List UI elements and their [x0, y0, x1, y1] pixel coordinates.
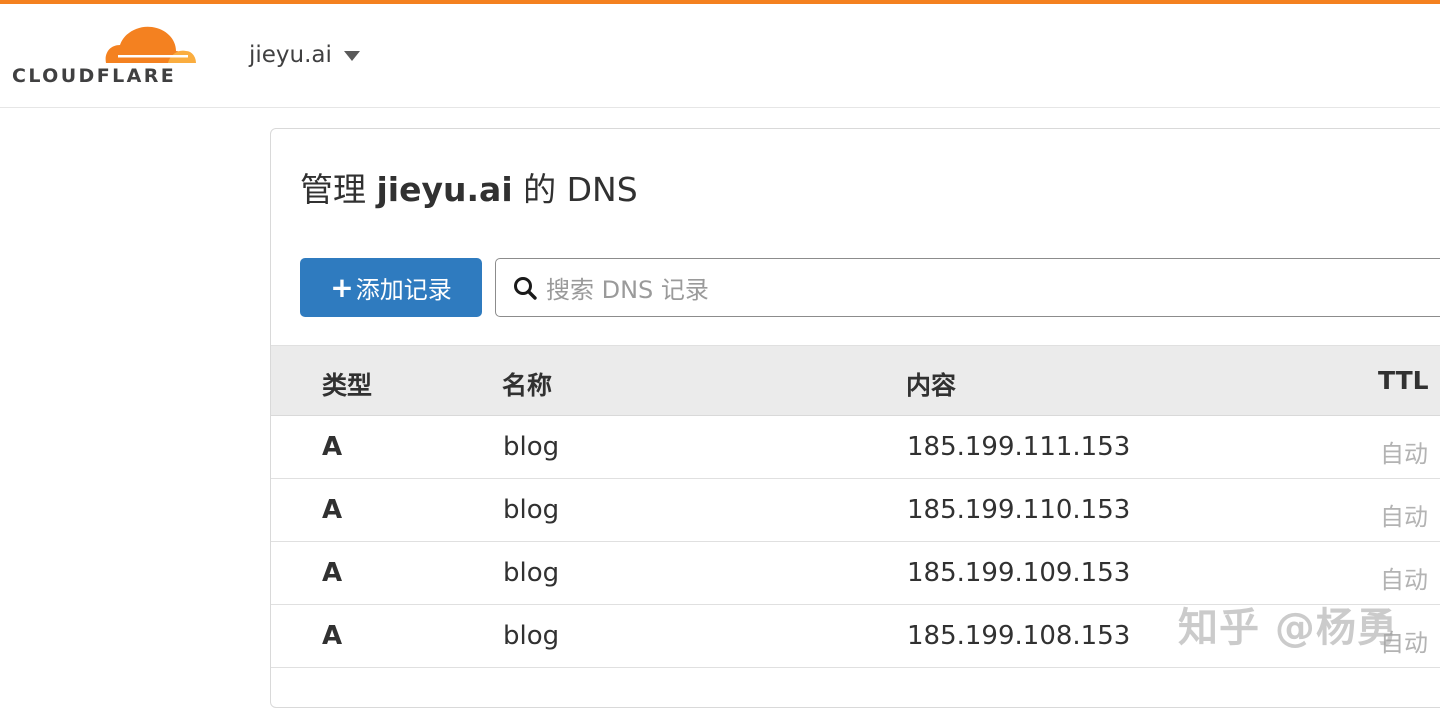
search-icon — [514, 276, 537, 300]
table-row[interactable]: A blog 185.199.109.153 自动 — [271, 542, 1440, 605]
column-header-name[interactable]: 名称 — [502, 366, 552, 402]
title-suffix: 的 DNS — [523, 170, 638, 209]
top-header: CLOUDFLARE jieyu.ai — [0, 4, 1440, 108]
record-name: blog — [503, 621, 560, 651]
search-input[interactable]: 搜索 DNS 记录 — [495, 258, 1440, 317]
record-ttl: 自动 — [1380, 503, 1428, 531]
table-row[interactable]: A blog 185.199.108.153 自动 — [271, 605, 1440, 668]
record-ttl: 自动 — [1380, 440, 1428, 468]
record-name: blog — [503, 495, 560, 525]
record-type: A — [322, 558, 343, 588]
column-header-type[interactable]: 类型 — [322, 366, 372, 402]
chevron-down-icon — [343, 51, 360, 61]
domain-selector[interactable]: jieyu.ai — [249, 42, 360, 68]
cloudflare-logo[interactable]: CLOUDFLARE — [10, 21, 200, 93]
table-row[interactable]: A blog 185.199.110.153 自动 — [271, 479, 1440, 542]
column-header-content[interactable]: 内容 — [906, 366, 956, 402]
record-type: A — [322, 495, 343, 525]
search-placeholder: 搜索 DNS 记录 — [546, 276, 709, 304]
column-header-ttl[interactable]: TTL — [1378, 366, 1429, 395]
record-ttl: 自动 — [1380, 629, 1428, 657]
table-header: 类型 名称 内容 TTL — [271, 345, 1440, 416]
dns-management-card: 管理 jieyu.ai 的 DNS + 添加记录 搜索 DNS 记录 类型 名称… — [270, 128, 1440, 708]
plus-icon: + — [330, 270, 354, 304]
add-record-label: 添加记录 — [355, 276, 452, 304]
record-content: 185.199.109.153 — [907, 558, 1131, 588]
page-title: 管理 jieyu.ai 的 DNS — [300, 163, 638, 211]
domain-name: jieyu.ai — [249, 42, 332, 68]
record-type: A — [322, 432, 343, 462]
logo-wordmark: CLOUDFLARE — [12, 65, 177, 87]
table-row[interactable]: A blog 185.199.111.153 自动 — [271, 416, 1440, 479]
add-record-button[interactable]: + 添加记录 — [300, 258, 482, 317]
cloud-logo-icon — [105, 26, 196, 64]
record-name: blog — [503, 558, 560, 588]
record-content: 185.199.111.153 — [907, 432, 1131, 462]
record-ttl: 自动 — [1380, 566, 1428, 594]
record-content: 185.199.110.153 — [907, 495, 1131, 525]
record-type: A — [322, 621, 343, 651]
title-prefix: 管理 — [300, 170, 366, 209]
title-domain: jieyu.ai — [376, 170, 513, 209]
record-content: 185.199.108.153 — [907, 621, 1131, 651]
record-name: blog — [503, 432, 560, 462]
